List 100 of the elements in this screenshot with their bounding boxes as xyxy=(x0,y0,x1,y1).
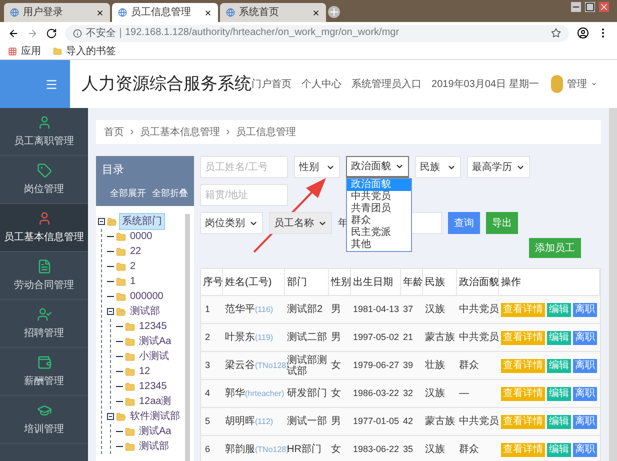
dropdown-option[interactable]: 共青团员 xyxy=(347,203,411,215)
dropdown-option[interactable]: 民主党派 xyxy=(347,227,411,239)
breadcrumb-link[interactable]: 员工基本信息管理 xyxy=(140,124,220,140)
tree-node[interactable]: 小测试 xyxy=(137,349,171,364)
nav-link[interactable]: 系统管理员入口 xyxy=(352,76,422,92)
column-header: 序号 xyxy=(201,269,223,295)
folder-icon xyxy=(116,306,126,316)
text-input-field[interactable]: 籍贯/地址 xyxy=(200,184,288,206)
folder-icon xyxy=(116,246,126,256)
dropdown-select[interactable]: 岗位类别 xyxy=(200,212,263,234)
close-icon[interactable] xyxy=(96,8,104,16)
column-header: 性别 xyxy=(329,269,351,295)
dropdown-option[interactable]: 其他 xyxy=(347,239,411,251)
table-cell-text: 测试一部 xyxy=(286,414,328,429)
folder-icon xyxy=(116,412,126,422)
user-menu[interactable]: 管理 xyxy=(566,76,587,92)
profile-icon[interactable] xyxy=(577,27,589,39)
tree-line-icon xyxy=(107,266,114,267)
tree-node[interactable]: 12345 xyxy=(137,379,169,394)
tree-node[interactable]: 系统部门 xyxy=(119,213,165,230)
tree-node[interactable]: 12aa测 xyxy=(137,394,174,409)
browser-tab[interactable]: 系统首页 xyxy=(220,3,326,22)
tree-node[interactable]: 1 xyxy=(128,274,138,289)
table-cell-text: 蒙古族 xyxy=(424,414,456,429)
bookmark-item[interactable]: 应用 xyxy=(8,44,41,59)
browser-tab[interactable]: 员工信息管理 xyxy=(112,3,218,22)
address-bar[interactable]: 不安全 192.168.1.128/authority/hrteacher/on_work_mgr/on_work/mgr xyxy=(65,24,569,42)
folder-icon xyxy=(53,47,62,56)
tree-toggle-button[interactable]: 全部展开 xyxy=(110,186,146,200)
breadcrumb-link[interactable]: 首页 xyxy=(104,124,124,140)
browser-tab[interactable]: 用户登录 xyxy=(4,3,110,22)
dropdown-select[interactable]: 最高学历 xyxy=(467,156,530,178)
nav-link[interactable]: 门户首页 xyxy=(252,76,292,92)
tree-node[interactable]: 12345 xyxy=(137,319,169,334)
close-icon[interactable] xyxy=(312,8,320,16)
sidebar-item[interactable]: 招聘管理 xyxy=(0,300,88,348)
table-cell-text: 中共党员 xyxy=(458,414,499,429)
collapse-toggle-icon[interactable] xyxy=(98,218,105,225)
menu-icon[interactable] xyxy=(44,78,58,90)
sidebar-icon xyxy=(36,258,52,274)
tree-node[interactable]: 0000 xyxy=(128,229,154,244)
collapse-toggle-icon[interactable] xyxy=(107,413,114,420)
breadcrumb-link[interactable]: 员工信息管理 xyxy=(236,124,296,140)
folder-icon xyxy=(125,426,135,436)
sidebar-icon xyxy=(36,354,52,370)
close-icon[interactable] xyxy=(204,8,212,16)
text-input-field[interactable]: 员工姓名/工号 xyxy=(200,156,288,178)
tree-node[interactable]: 测试Aa xyxy=(137,334,174,349)
bookmark-star-icon[interactable] xyxy=(551,28,561,38)
date-text: 2019年03月04日 星期一 xyxy=(432,78,539,92)
new-tab-icon[interactable] xyxy=(328,6,340,18)
tree-node[interactable]: 软件测试部 xyxy=(128,409,182,424)
app-title: 人力资源综合服务系统 xyxy=(82,73,252,96)
tree-title: 目录 xyxy=(102,163,125,178)
tree-node[interactable]: 测试Aa xyxy=(137,424,174,439)
collapse-toggle-icon[interactable] xyxy=(107,308,114,315)
dropdown-option[interactable]: 中共党员 xyxy=(347,191,411,203)
table-cell-text: 1981-04-13 xyxy=(352,302,400,316)
scrollbar[interactable] xyxy=(609,108,617,461)
sidebar-item[interactable]: 员工离职管理 xyxy=(0,108,88,156)
nav-link[interactable]: 个人中心 xyxy=(302,76,342,92)
site-icon xyxy=(226,8,235,17)
tree-node[interactable]: 12 xyxy=(137,364,152,379)
table-cell-text: 群众 xyxy=(458,443,480,457)
column-header: 操作 xyxy=(499,269,600,295)
back-icon[interactable] xyxy=(8,28,19,38)
table-cell-text: 汉族 xyxy=(424,442,446,457)
minimize-icon[interactable] xyxy=(571,2,581,12)
table-cell-text: 汉族 xyxy=(424,302,446,317)
tree-node[interactable]: 2 xyxy=(128,259,138,274)
dropdown-select[interactable]: 性别 xyxy=(294,156,340,178)
tree-node[interactable]: 测试部 xyxy=(137,439,171,454)
bookmark-item[interactable]: 导入的书签 xyxy=(53,44,116,59)
name-cell-text: 胡明晖(112) xyxy=(224,414,274,430)
maximize-icon[interactable] xyxy=(585,2,595,12)
name-cell-text: 范华平(116) xyxy=(224,302,274,318)
tree-node[interactable]: 000000 xyxy=(128,289,166,304)
table-cell-text: 中共党员 xyxy=(458,302,499,317)
tree-toggle-button[interactable]: 全部折叠 xyxy=(152,186,188,200)
apps-grid-icon xyxy=(8,47,17,56)
sidebar-item[interactable]: 员工基本信息管理 xyxy=(0,204,88,252)
tree-node[interactable]: 22 xyxy=(128,244,144,259)
table-cell-text: 1986-03-22 xyxy=(352,386,400,400)
name-cell-text: 郭华(hrteacher) xyxy=(224,386,285,402)
sidebar-item[interactable]: 薪酬管理 xyxy=(0,348,88,396)
dropdown-select[interactable]: 政治面貌 xyxy=(346,156,409,178)
sidebar-item[interactable]: 劳动合同管理 xyxy=(0,252,88,300)
forward-icon[interactable] xyxy=(27,28,38,38)
tree-line-icon xyxy=(116,371,123,372)
security-label: 不安全 xyxy=(86,26,116,40)
table-cell-text: 群众 xyxy=(458,359,480,373)
scrollbar[interactable] xyxy=(185,214,190,461)
tree-node[interactable]: 测试部 xyxy=(128,304,162,319)
sidebar-item[interactable]: 培训管理 xyxy=(0,396,88,444)
folder-icon xyxy=(125,442,135,452)
dropdown-option[interactable]: 群众 xyxy=(347,215,411,227)
reload-icon[interactable] xyxy=(46,28,57,38)
dropdown-select[interactable]: 民族 xyxy=(415,156,461,178)
sidebar-icon xyxy=(36,210,52,226)
tree-line-icon xyxy=(116,401,123,402)
